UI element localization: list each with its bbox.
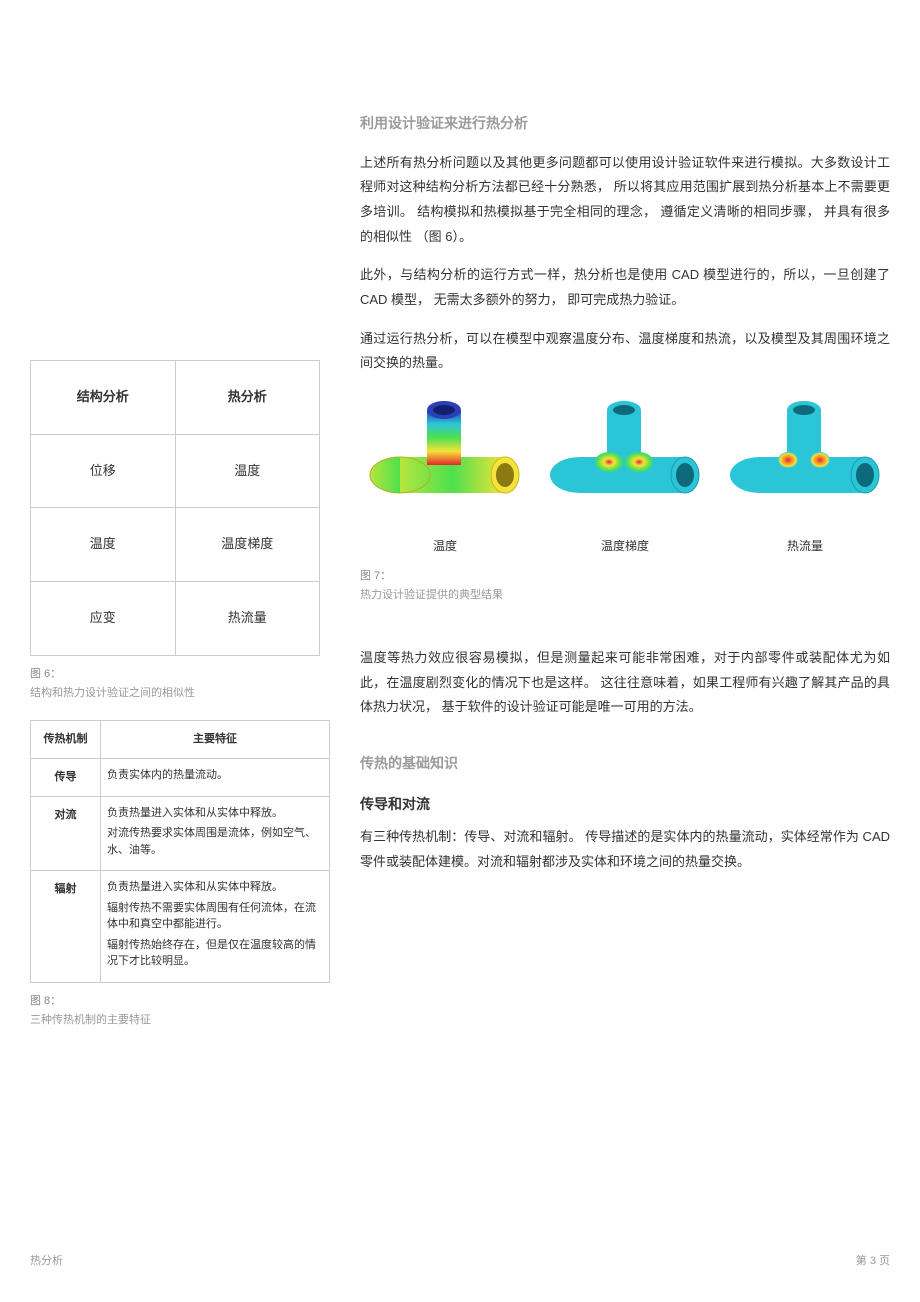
table-row: 应变 热流量 [31,582,320,656]
fig8-number: 图 8： [30,993,330,1011]
table8-r2-mech: 辐射 [31,871,101,983]
pipe-flux-icon [725,390,885,520]
fig7-caption: 热力设计验证提供的典型结果 [360,585,890,606]
fig7-label-c: 热流量 [720,535,890,558]
table-row: 位移 温度 [31,434,320,508]
paragraph-5: 有三种传热机制：传导、对流和辐射。 传导描述的是实体内的热量流动，实体经常作为 … [360,825,890,874]
subsection-title: 传导和对流 [360,791,890,818]
fig7-number: 图 7： [360,568,890,586]
footer-left: 热分析 [30,1251,63,1272]
fig8-caption: 三种传热机制的主要特征 [30,1010,330,1031]
table8-r2-f0: 负责热量进入实体和从实体中释放。 [107,879,323,896]
table-row: 对流 负责热量进入实体和从实体中释放。 对流传热要求实体周围是流体，例如空气、水… [31,796,330,871]
fig7-item-flux: 热流量 [720,390,890,557]
table8-r1-mech: 对流 [31,796,101,871]
table8-r1-f0: 负责热量进入实体和从实体中释放。 [107,805,323,822]
paragraph-1: 上述所有热分析问题以及其他更多问题都可以使用设计验证软件来进行模拟。大多数设计工… [360,151,890,250]
table8-r1-f1: 对流传热要求实体周围是流体，例如空气、水、油等。 [107,825,323,858]
table8-r0-f0: 负责实体内的热量流动。 [107,767,323,784]
table6-r0c1: 位移 [31,434,176,508]
table-row: 传导 负责实体内的热量流动。 [31,758,330,796]
fig6-caption: 结构和热力设计验证之间的相似性 [30,683,330,704]
footer-right: 第 3 页 [856,1251,890,1272]
table8-r0-mech: 传导 [31,758,101,796]
table-row: 传热机制 主要特征 [31,721,330,759]
table8-header-c2: 主要特征 [101,721,330,759]
pipe-gradient-icon [545,390,705,520]
pipe-temperature-icon [365,390,525,520]
table-row: 辐射 负责热量进入实体和从实体中释放。 辐射传热不需要实体周围有任何流体，在流体… [31,871,330,983]
table8-r0-feat: 负责实体内的热量流动。 [101,758,330,796]
section-title-2: 传热的基础知识 [360,750,890,777]
table-row: 温度 温度梯度 [31,508,320,582]
table6-header-c2: 热分析 [175,361,320,435]
table8-r2-f1: 辐射传热不需要实体周围有任何流体，在流体中和真空中都能进行。 [107,900,323,933]
table8-header-c1: 传热机制 [31,721,101,759]
table6-r2c1: 应变 [31,582,176,656]
fig7-item-gradient: 温度梯度 [540,390,710,557]
paragraph-3: 通过运行热分析，可以在模型中观察温度分布、温度梯度和热流，以及模型及其周围环境之… [360,327,890,376]
table8-r1-feat: 负责热量进入实体和从实体中释放。 对流传热要求实体周围是流体，例如空气、水、油等… [101,796,330,871]
table8-r2-f2: 辐射传热始终存在，但是仅在温度较高的情况下才比较明显。 [107,937,323,970]
table8-r2-feat: 负责热量进入实体和从实体中释放。 辐射传热不需要实体周围有任何流体，在流体中和真… [101,871,330,983]
table-8: 传热机制 主要特征 传导 负责实体内的热量流动。 对流 负责热量进入实体和从实体… [30,720,330,983]
table6-r1c1: 温度 [31,508,176,582]
table-row: 结构分析 热分析 [31,361,320,435]
paragraph-4: 温度等热力效应很容易模拟，但是测量起来可能非常困难，对于内部零件或装配体尤为如此… [360,646,890,720]
table6-r2c2: 热流量 [175,582,320,656]
section-title-1: 利用设计验证来进行热分析 [360,110,890,137]
fig6-number: 图 6： [30,666,330,684]
fig7-label-b: 温度梯度 [540,535,710,558]
table6-r1c2: 温度梯度 [175,508,320,582]
table6-r0c2: 温度 [175,434,320,508]
table6-header-c1: 结构分析 [31,361,176,435]
fig7-item-temperature: 温度 [360,390,530,557]
table-6: 结构分析 热分析 位移 温度 温度 温度梯度 应变 热流量 [30,360,320,656]
paragraph-2: 此外，与结构分析的运行方式一样，热分析也是使用 CAD 模型进行的，所以，一旦创… [360,263,890,312]
fig7-label-a: 温度 [360,535,530,558]
figure-7: 温度 [360,390,890,557]
